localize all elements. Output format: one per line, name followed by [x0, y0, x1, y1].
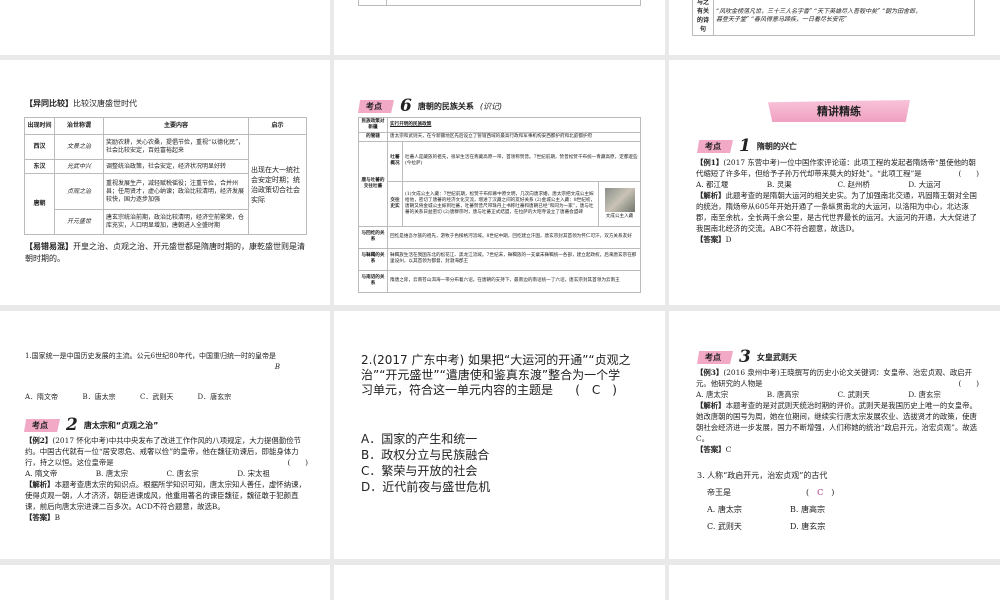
poems-line-1: “风吹金榜落凡世，三十三人名字香” “天下英雄尽入吾彀中矣” “朝为田舍郎， [716, 7, 922, 15]
example-3: 【例3】(2016 泉州中考)王晓撰写的历史小论文关键词：女皇帝、治宏贞观、政启… [696, 368, 979, 454]
row-label: 的管辖 [358, 131, 388, 142]
content-cell: 唐玄宗统治前期，政治比较清明，经济空前繁荣，仓库充实，人口明显增加，唐朝进入全盛… [103, 208, 249, 236]
question-2: 2.(2017 广东中考) 如果把“大运河的开通”“贞观之治”“开元盛世”“遣唐… [361, 353, 631, 397]
option-b: B．政权分立与民族融合 [361, 448, 490, 462]
row-label: 民族政策对新疆 [358, 117, 388, 133]
slide-bottom-left[interactable] [0, 565, 330, 600]
row-text: 吐蕃人是藏族的祖先，很早生活在青藏高原一带，首领称赞普。7世纪前期，赞普松赞干布… [402, 140, 641, 182]
kaodian-heading: 考点 6 唐朝的民族关系 (识记) [358, 98, 502, 115]
q2-options: A．国家的产生和统一 B．政权分立与民族融合 C．繁荣与开放的社会 D．近代前夜与盛世… [361, 431, 490, 495]
era-cell: 唐朝 [24, 173, 55, 235]
sub-label: 吐蕃概况 [387, 140, 403, 182]
slide-compare[interactable]: 【异同比较】比较汉唐盛世时代 出现时间 治世称谓 主要内容 启示 西汉 文景之治 奖励农耕… [0, 60, 330, 305]
options: A. 都江堰 B. 灵渠 C. 赵州桥 D. 大运河 [696, 180, 941, 189]
col-header: 治世称谓 [54, 117, 104, 135]
princess-painting-image [604, 187, 635, 212]
slide-q2[interactable]: 2.(2017 广东中考) 如果把“大运河的开通”“贞观之治”“开元盛世”“遣唐… [334, 311, 665, 559]
slide-top-right[interactable]: 与之有关的诗句 “风吹金榜落凡世，三十三人名字香” “天下英雄尽入吾彀中矣” “… [669, 0, 1000, 55]
option-a: A．国家的产生和统一 [361, 432, 478, 446]
row-text: 实行开明的民族政策 [387, 117, 641, 133]
kaodian-heading: 考点 1 隋朝的兴亡 [697, 138, 797, 155]
row-text: 回纥是维吾尔族的祖先，游牧于色楞格河流域。8世纪中期，回纥建立汗国，唐玄宗封其首… [387, 225, 641, 249]
image-caption: 文成公主入藏 [605, 213, 634, 219]
col-header: 启示 [248, 117, 307, 135]
content-cell: 重视发展生产，减轻赋税徭役；注重节俭，合并州县；任用贤才，虚心纳谏；政治比较清明… [103, 173, 249, 210]
row-label: 与靺鞨的关系 [358, 247, 388, 271]
name-cell: 贞观之治 [54, 173, 104, 210]
compare-table: 出现时间 治世称谓 主要内容 启示 西汉 文景之治 奖励农耕，关心农桑，提倡节俭，重视“以… [24, 117, 307, 236]
col-header: 主要内容 [103, 117, 249, 135]
name-cell: 文景之治 [54, 134, 104, 160]
name-cell: 开元盛世 [54, 208, 104, 236]
insight-cell: 出现在大一统社会安定时期；统治政策切合社会实际 [248, 134, 307, 235]
row-text: 唐太宗和武则天，在今新疆地区先后设立了管辖西域的最高行政和军事机构安西都护府和北… [387, 131, 641, 142]
poems-label: 与之有关的诗句 [692, 0, 714, 36]
slide-top-center[interactable] [334, 0, 665, 55]
row-text: (1)文成公主入藏：7世纪前期，松赞干布仰慕中原文明，几次向唐求婚，唐太宗把文成… [402, 180, 599, 227]
option-c: C．繁荣与开放的社会 [361, 464, 478, 478]
poems-table: 与之有关的诗句 “风吹金榜落凡世，三十三人名字香” “天下英雄尽入吾彀中矣” “… [692, 0, 975, 36]
content-cell: 奖励农耕，关心农桑，提倡节俭，重视“以德化民”，社会比较安定，百姓富裕起来 [103, 134, 249, 160]
q1-options: A．隋文帝 B．唐太宗 C．武则天 D．唐玄宗 [25, 393, 232, 401]
question-1: 1.国家统一是中国历史发展的主流。公元6世纪80年代，中国重归统一时的皇帝是 B [25, 352, 280, 371]
name-cell: 光武中兴 [54, 158, 104, 175]
table-bottom-edge [358, 0, 641, 6]
row-text: 隋唐之际，云南苍山洱海一带分布着六诏。在唐朝的支持下，最南边的南诏统一了六诏，唐… [387, 269, 641, 293]
slide-top-left[interactable] [0, 0, 330, 55]
mistake-note: 【易错易混】开皇之治、贞观之治、开元盛世都是隋唐时期的，康乾盛世则是清朝时期的。 [25, 242, 305, 263]
row-text: 靺鞨族生活在我国东北的松花江、黑龙江流域。7世纪末，靺鞨族的一支粟末靺鞨统一各部… [387, 247, 641, 271]
answer-mark: C [817, 488, 824, 497]
banner: 精讲精练 [768, 100, 910, 122]
example-1: 【例1】(2017 东营中考)一位中国作家评论道：此项工程的发起者隋炀帝“虽使他… [696, 158, 979, 244]
era-cell: 东汉 [24, 158, 55, 175]
slide-bottom-center[interactable] [334, 565, 665, 600]
content-cell: 调整统治政策，社会安定，经济状况明显好转 [103, 158, 249, 175]
slide-q3[interactable]: 考点 3 女皇武则天 【例3】(2016 泉州中考)王晓撰写的历史小论文关键词：女皇… [669, 311, 1000, 559]
ethnic-table: 民族政策对新疆 实行开明的民族政策 的管辖 唐太宗和武则天，在今新疆地区先后设立了管… [358, 117, 641, 293]
poems-line-2: 暮登天子堂” “春风得意马蹄疾，一日看尽长安花” [716, 16, 848, 23]
option-d: D．近代前夜与盛世危机 [361, 480, 491, 494]
slide-q1[interactable]: 1.国家统一是中国历史发展的主流。公元6世纪80年代，中国重归统一时的皇帝是 B … [0, 311, 330, 559]
kaodian-heading: 考点 3 女皇武则天 [697, 349, 797, 366]
kaodian-heading: 考点 2 唐太宗和“贞观之治” [24, 417, 158, 434]
slide-ethnic[interactable]: 考点 6 唐朝的民族关系 (识记) 民族政策对新疆 实行开明的民族政策 的管辖 唐太宗和武… [334, 60, 665, 305]
compare-title: 【异同比较】比较汉唐盛世时代 [25, 99, 137, 108]
example-2: 【例2】(2017 怀化中考)中共中央发布了改进工作作风的八项规定，大力提倡勤俭… [25, 436, 308, 522]
sub-label: 交往史实 [387, 180, 403, 227]
slide-practice[interactable]: 精讲精练 考点 1 隋朝的兴亡 【例1】(2017 东营中考)一位中国作家评论道：此… [669, 60, 1000, 305]
question-3: 3. 人称“政启开元，治宏贞观”的古代 帝王是( C ) A. 唐太宗 B. 唐高… [697, 471, 835, 531]
slide-bottom-right[interactable] [669, 565, 1000, 600]
row-label: 与南诏的关系 [358, 269, 388, 293]
col-header: 出现时间 [24, 117, 55, 135]
row-label: 唐与吐蕃的交往吐蕃 [358, 140, 388, 227]
row-label: 与回纥的关系 [358, 225, 388, 249]
era-cell: 西汉 [24, 134, 55, 160]
